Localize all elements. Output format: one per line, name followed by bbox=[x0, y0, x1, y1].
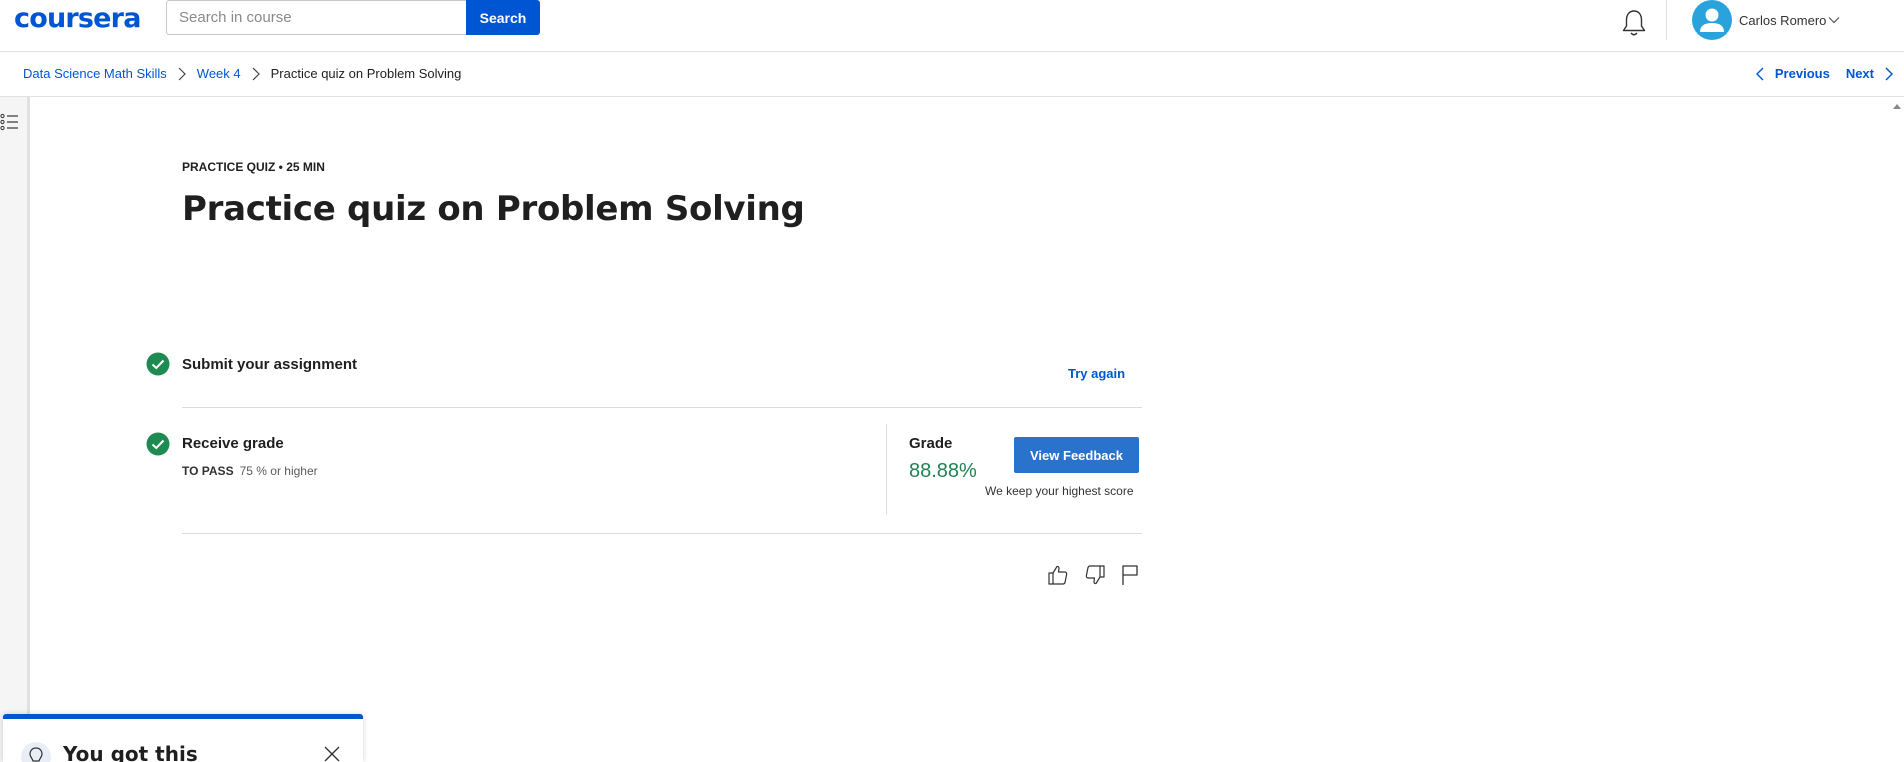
chevron-down-icon[interactable] bbox=[1828, 16, 1840, 24]
breadcrumb-week-link[interactable]: Week 4 bbox=[197, 66, 241, 81]
to-pass-value: 75 % or higher bbox=[239, 464, 318, 478]
view-feedback-button[interactable]: View Feedback bbox=[1014, 437, 1139, 473]
page-title: Practice quiz on Problem Solving bbox=[182, 189, 805, 229]
flag-icon[interactable] bbox=[1118, 563, 1142, 587]
notification-bell-icon[interactable] bbox=[1620, 8, 1648, 38]
check-circle-icon bbox=[146, 432, 170, 456]
tip-icon-container bbox=[21, 742, 51, 762]
next-link[interactable]: Next bbox=[1846, 66, 1874, 81]
user-name[interactable]: Carlos Romero bbox=[1739, 13, 1826, 28]
chevron-right-icon[interactable] bbox=[1884, 67, 1894, 81]
highest-score-note: We keep your highest score bbox=[985, 484, 1134, 498]
chevron-left-icon[interactable] bbox=[1755, 67, 1765, 81]
grade-column-divider bbox=[886, 424, 887, 514]
breadcrumb: Data Science Math Skills Week 4 Practice… bbox=[23, 66, 461, 81]
breadcrumb-current: Practice quiz on Problem Solving bbox=[270, 66, 462, 81]
search-button[interactable]: Search bbox=[466, 0, 540, 35]
quiz-kicker: PRACTICE QUIZ • 25 MIN bbox=[182, 160, 325, 174]
lightbulb-icon bbox=[29, 747, 43, 762]
tip-title: You got this bbox=[63, 742, 198, 762]
grade-label: Grade bbox=[909, 435, 953, 452]
pass-requirement: TO PASS 75 % or higher bbox=[182, 464, 318, 478]
thumbs-down-icon[interactable] bbox=[1083, 563, 1107, 587]
previous-link[interactable]: Previous bbox=[1775, 66, 1830, 81]
breadcrumb-course-link[interactable]: Data Science Math Skills bbox=[23, 66, 167, 81]
grade-value: 88.88% bbox=[909, 460, 977, 482]
chevron-right-icon bbox=[252, 67, 260, 80]
user-avatar-icon bbox=[1700, 8, 1724, 32]
receive-grade-label: Receive grade bbox=[182, 435, 284, 452]
tip-card: You got this bbox=[3, 714, 363, 762]
breadcrumb-bar: Data Science Math Skills Week 4 Practice… bbox=[0, 52, 1904, 97]
submit-assignment-label: Submit your assignment bbox=[182, 356, 358, 373]
coursera-logo[interactable]: coursera bbox=[14, 3, 141, 34]
header-divider bbox=[1666, 0, 1667, 40]
try-again-link[interactable]: Try again bbox=[1068, 366, 1125, 381]
user-avatar[interactable] bbox=[1692, 0, 1732, 40]
search-input[interactable] bbox=[166, 0, 466, 35]
to-pass-label: TO PASS bbox=[182, 464, 234, 478]
check-circle-icon bbox=[146, 352, 170, 376]
course-outline-menu-icon[interactable] bbox=[0, 113, 20, 131]
step-divider bbox=[182, 533, 1142, 534]
chevron-right-icon bbox=[178, 67, 186, 80]
prev-next-navigation: Previous Next bbox=[1755, 66, 1894, 81]
close-icon[interactable] bbox=[323, 745, 341, 762]
top-header: coursera Search Carlos Romero bbox=[0, 0, 1904, 52]
course-outline-rail bbox=[0, 97, 30, 762]
step-divider bbox=[182, 407, 1142, 408]
scroll-up-arrow-icon[interactable] bbox=[1892, 102, 1902, 110]
thumbs-up-icon[interactable] bbox=[1046, 563, 1070, 587]
